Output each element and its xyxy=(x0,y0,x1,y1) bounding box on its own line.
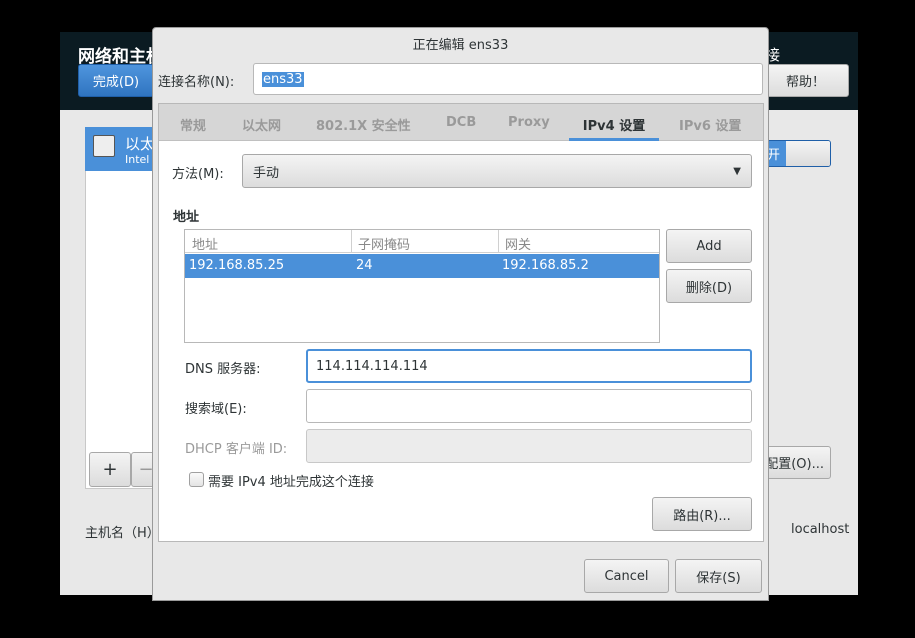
method-label: 方法(M): xyxy=(172,167,224,182)
conn-name-value: ens33 xyxy=(262,71,304,87)
require-ipv4-checkbox[interactable] xyxy=(189,472,204,487)
cancel-button[interactable]: Cancel xyxy=(584,559,669,593)
dialog-title: 正在编辑 ens33 xyxy=(412,38,509,53)
conn-name-label: 连接名称(N): xyxy=(158,75,235,90)
require-ipv4-label: 需要 IPv4 地址完成这个连接 xyxy=(208,475,374,490)
conn-name-input[interactable]: ens33 xyxy=(253,63,763,95)
search-domain-input[interactable] xyxy=(306,389,752,423)
tab-8021x[interactable]: 802.1X 安全性 xyxy=(316,115,411,134)
address-heading: 地址 xyxy=(173,210,200,225)
col-address[interactable]: 地址 xyxy=(192,234,218,253)
table-row[interactable]: 192.168.85.25 24 192.168.85.2 xyxy=(185,254,659,278)
cell-gateway: 192.168.85.2 xyxy=(502,258,589,273)
settings-notebook: 常规 以太网 802.1X 安全性 DCB Proxy IPv4 设置 IPv6… xyxy=(158,103,764,542)
col-netmask[interactable]: 子网掩码 xyxy=(351,230,416,253)
address-table: 地址 子网掩码 网关 192.168.85.25 24 192.168.85.2 xyxy=(184,229,660,343)
device-item-ethernet[interactable]: 以太 Intel xyxy=(85,127,155,171)
tab-ethernet[interactable]: 以太网 xyxy=(242,115,281,134)
device-list xyxy=(85,127,155,489)
search-domain-label: 搜索域(E): xyxy=(185,402,247,417)
hostname-value: localhost xyxy=(791,522,850,537)
table-header: 地址 子网掩码 网关 xyxy=(185,230,659,253)
tab-ipv4[interactable]: IPv4 设置 xyxy=(569,104,659,141)
device-desc: Intel xyxy=(125,153,150,166)
tab-bar: 常规 以太网 802.1X 安全性 DCB Proxy IPv4 设置 IPv6… xyxy=(159,104,763,141)
cell-address: 192.168.85.25 xyxy=(189,258,285,273)
ethernet-icon xyxy=(93,135,115,157)
save-button[interactable]: 保存(S) xyxy=(675,559,762,593)
toggle-knob[interactable] xyxy=(786,141,830,166)
edit-connection-dialog: 正在编辑 ens33 连接名称(N): ens33 常规 以太网 802.1X … xyxy=(152,27,769,601)
routes-button[interactable]: 路由(R)... xyxy=(652,497,752,531)
add-address-button[interactable]: Add xyxy=(666,229,752,263)
device-name: 以太 xyxy=(125,135,156,153)
dropdown-arrow-icon: ▼ xyxy=(733,165,741,177)
dns-label: DNS 服务器: xyxy=(185,362,261,377)
dhcp-client-id-input[interactable] xyxy=(306,429,752,463)
tab-ipv6[interactable]: IPv6 设置 xyxy=(679,115,741,134)
help-button[interactable]: 帮助！ xyxy=(762,64,849,97)
dns-input[interactable]: 114.114.114.114 xyxy=(306,349,752,383)
delete-address-button[interactable]: 删除(D) xyxy=(666,269,752,303)
col-gateway[interactable]: 网关 xyxy=(498,230,537,253)
done-button[interactable]: 完成(D) xyxy=(78,64,154,97)
dhcp-client-id-label: DHCP 客户端 ID: xyxy=(185,442,288,457)
method-dropdown[interactable]: 手动 ▼ xyxy=(242,154,752,188)
cell-netmask: 24 xyxy=(356,258,373,273)
hostname-label: 主机名（H） xyxy=(85,526,160,541)
device-toggle[interactable]: 开 xyxy=(760,140,831,167)
tab-dcb[interactable]: DCB xyxy=(446,115,476,130)
tab-general[interactable]: 常规 xyxy=(180,115,206,134)
method-value: 手动 xyxy=(253,165,280,181)
add-device-button[interactable]: + xyxy=(89,452,131,487)
tab-proxy[interactable]: Proxy xyxy=(508,115,550,130)
